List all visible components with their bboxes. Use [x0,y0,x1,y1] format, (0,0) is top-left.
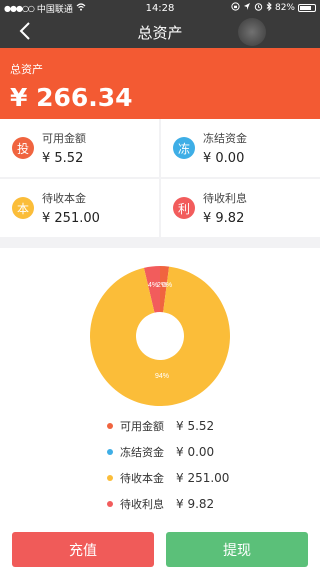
legend-swatch [107,449,113,455]
legend-swatch [107,423,113,429]
legend-item: 可用金额 ¥ 5.52 [107,418,214,434]
back-button[interactable] [14,20,36,42]
recharge-button[interactable]: 充值 [12,532,154,567]
slice-label-frozen: 0% [162,282,172,289]
withdraw-button[interactable]: 提现 [166,532,308,567]
total-assets-banner: 总资产 ¥ 266.34 [0,48,320,119]
assistive-touch-button[interactable] [238,18,266,46]
card-value: ¥ 251.00 [42,211,100,226]
battery-level [300,6,312,10]
legend-label: 待收利息 [120,498,164,511]
interest-badge-icon: 利 [173,197,195,219]
card-value: ¥ 9.82 [203,211,245,226]
asset-summary-grid: 投 可用金额 ¥ 5.52 冻 冻结资金 ¥ 0.00 本 待收本金 ¥ 251… [0,119,320,237]
invest-badge-icon: 投 [12,137,34,159]
card-label: 冻结资金 [203,132,247,145]
frozen-badge-icon: 冻 [173,137,195,159]
status-time: 14:28 [145,2,175,14]
footer-actions: 充值 提现 [0,530,320,569]
status-bar: ●●●○○ 中国联通 14:28 82% [0,0,320,16]
legend-label: 可用金额 [120,420,164,433]
donut-chart: 4%2%0%94% [90,266,231,406]
total-assets-value: ¥ 266.34 [10,83,133,112]
legend-label: 待收本金 [120,472,164,485]
slice-label-principal: 94% [155,373,169,380]
page-title: 总资产 [137,23,183,42]
legend-swatch [107,475,113,481]
legend-swatch [107,501,113,507]
legend-item: 待收利息 ¥ 9.82 [107,496,214,512]
legend-value: ¥ 9.82 [176,497,215,511]
chart-panel: 4% 2% 0% 94% 可用金额 ¥ 5.52 冻结资金 ¥ 0.00 待收本金 ¥… [0,248,320,530]
card-label: 可用金额 [42,132,86,145]
battery-icon [298,4,316,12]
card-interest: 利 待收利息 ¥ 9.82 [161,179,320,237]
legend-item: 冻结资金 ¥ 0.00 [107,444,214,460]
chevron-left-icon [19,22,30,40]
total-assets-label: 总资产 [10,63,43,76]
nav-bar: 总资产 [0,16,320,48]
principal-badge-icon: 本 [12,197,34,219]
card-label: 待收利息 [203,192,247,205]
card-value: ¥ 0.00 [203,151,245,166]
legend-item: 待收本金 ¥ 251.00 [107,470,229,486]
legend-label: 冻结资金 [120,446,164,459]
legend-value: ¥ 251.00 [176,471,230,485]
card-label: 待收本金 [42,192,86,205]
card-frozen: 冻 冻结资金 ¥ 0.00 [161,119,320,177]
card-value: ¥ 5.52 [42,151,84,166]
card-principal: 本 待收本金 ¥ 251.00 [0,179,159,237]
card-available: 投 可用金额 ¥ 5.52 [0,119,159,177]
legend-value: ¥ 5.52 [176,419,215,433]
legend-value: ¥ 0.00 [176,445,215,459]
